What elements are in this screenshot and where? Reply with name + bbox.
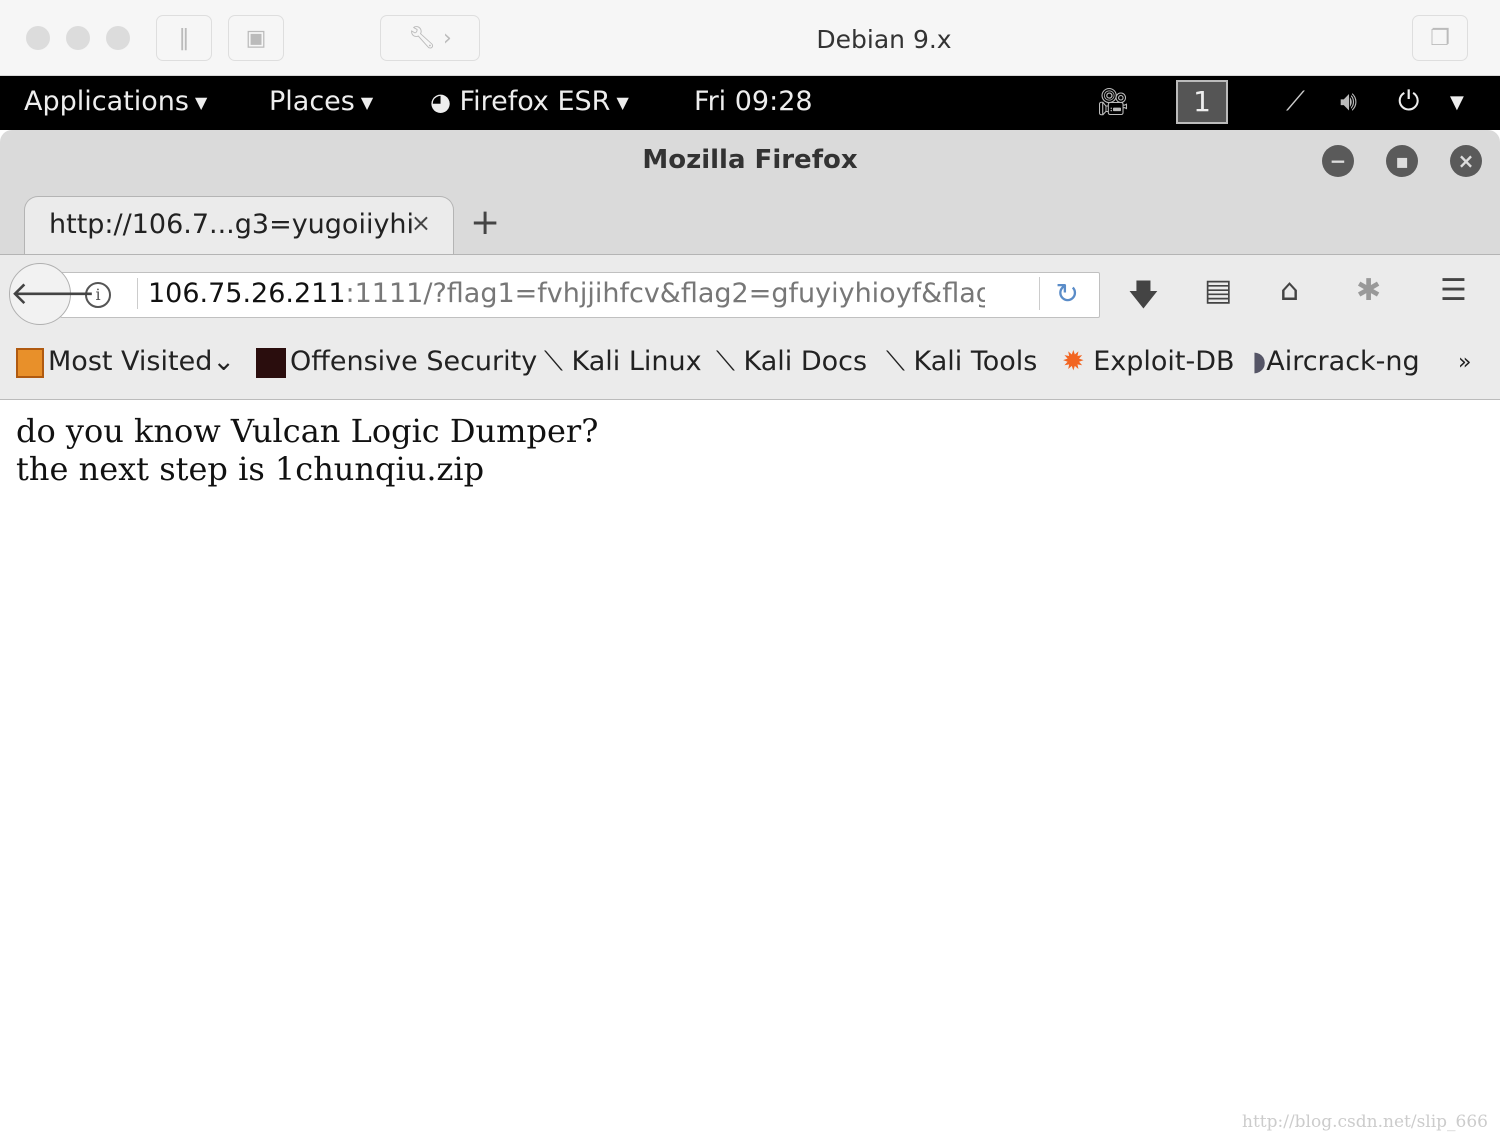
download-icon[interactable]: 🡇 xyxy=(1128,273,1159,324)
tab-close-icon[interactable]: × xyxy=(411,209,431,237)
url-input[interactable]: 106.75.26.211:1111/?flag1=fvhjjihfcv&fla… xyxy=(137,278,985,309)
minimize-button[interactable]: − xyxy=(1322,145,1354,177)
video-camera-icon[interactable]: 🎥︎ xyxy=(1096,86,1130,118)
bookmark-offensive-security[interactable]: Offensive Security xyxy=(256,346,537,378)
system-menu-caret-icon[interactable]: ▼ xyxy=(1450,92,1464,113)
workspace-indicator[interactable]: 1 xyxy=(1176,80,1228,124)
bookmark-aircrack-ng[interactable]: ◗Aircrack-ng xyxy=(1252,346,1420,377)
gnome-top-bar: Applications ▼ Places ▼ ◕ Firefox ESR ▼ Fri… xyxy=(0,76,1500,130)
window-icon: ❐ xyxy=(1430,25,1450,51)
maximize-button[interactable]: ▪ xyxy=(1386,145,1418,177)
offsec-icon xyxy=(256,347,286,378)
bookmark-kali-linux[interactable]: ⟍ Kali Linux xyxy=(544,346,702,378)
exploit-db-icon: ✹ xyxy=(1062,346,1085,377)
firefox-window: Mozilla Firefox − ▪ × http://106.7...g3=… xyxy=(0,130,1500,400)
bookmark-most-visited[interactable]: Most Visited⌄ xyxy=(16,346,235,378)
satellite-dish-icon: ◗ xyxy=(1252,346,1267,377)
page-content: do you know Vulcan Logic Dumper? the nex… xyxy=(16,412,598,488)
back-button[interactable]: 🡐 xyxy=(9,263,96,325)
folder-icon xyxy=(16,347,44,378)
reader-view-icon[interactable]: ▤ xyxy=(1204,273,1232,308)
menu-icon[interactable]: ☰ xyxy=(1440,273,1467,308)
bookmarks-toolbar: Most Visited⌄ Offensive Security ⟍ Kali … xyxy=(0,334,1500,400)
clock[interactable]: Fri 09:28 xyxy=(694,86,813,117)
caret-down-icon: ▼ xyxy=(360,93,374,112)
places-menu[interactable]: Places ▼ xyxy=(269,86,373,117)
reload-icon[interactable]: ↻ xyxy=(1038,277,1079,310)
close-button[interactable]: × xyxy=(1450,145,1482,177)
tab-label: http://106.7...g3=yugoiiyhi xyxy=(49,209,415,240)
firefox-icon: ◕ xyxy=(430,88,451,116)
watermark: http://blog.csdn.net/slip_666 xyxy=(1242,1112,1488,1132)
url-bar[interactable]: i 106.75.26.211:1111/?flag1=fvhjjihfcv&f… xyxy=(60,272,1100,318)
fullscreen-button[interactable]: ❐ xyxy=(1412,15,1468,61)
caret-down-icon: ▼ xyxy=(616,93,629,112)
power-icon[interactable]: ⏻ xyxy=(1398,86,1419,118)
window-title: Mozilla Firefox xyxy=(642,145,858,175)
network-icon[interactable]: ⟋ xyxy=(1286,86,1305,118)
nav-bar: 🡐 i 106.75.26.211:1111/?flag1=fvhjjihfcv… xyxy=(0,254,1500,334)
kali-dragon-icon: ⟍ xyxy=(544,346,563,377)
vm-title: Debian 9.x xyxy=(816,25,952,54)
new-tab-button[interactable]: + xyxy=(470,202,500,243)
bug-icon[interactable]: ✱ xyxy=(1356,273,1381,308)
applications-menu[interactable]: Applications ▼ xyxy=(24,86,207,117)
bookmark-kali-tools[interactable]: ⟍ Kali Tools xyxy=(886,346,1037,378)
bookmarks-overflow-button[interactable]: » xyxy=(1458,350,1471,375)
page-line-1: do you know Vulcan Logic Dumper? xyxy=(16,412,599,450)
bookmark-kali-docs[interactable]: ⟍ Kali Docs xyxy=(716,346,867,378)
home-icon[interactable]: ⌂ xyxy=(1280,273,1299,308)
page-line-2: the next step is 1chunqiu.zip xyxy=(16,450,485,488)
bookmark-exploit-db[interactable]: ✹ Exploit-DB xyxy=(1062,346,1235,377)
caret-down-icon: ▼ xyxy=(194,93,208,112)
volume-icon[interactable]: 🔊︎ xyxy=(1340,86,1357,118)
tab-active[interactable]: http://106.7...g3=yugoiiyhi × xyxy=(24,196,454,254)
kali-dragon-icon: ⟍ xyxy=(886,346,905,377)
app-menu[interactable]: ◕ Firefox ESR ▼ xyxy=(430,86,629,117)
arrow-left-icon: 🡐 xyxy=(10,274,96,312)
kali-dragon-icon: ⟍ xyxy=(716,346,735,377)
vm-toolbar: ‖ ▣ 🔧︎ › Debian 9.x ❐ xyxy=(0,0,1500,76)
